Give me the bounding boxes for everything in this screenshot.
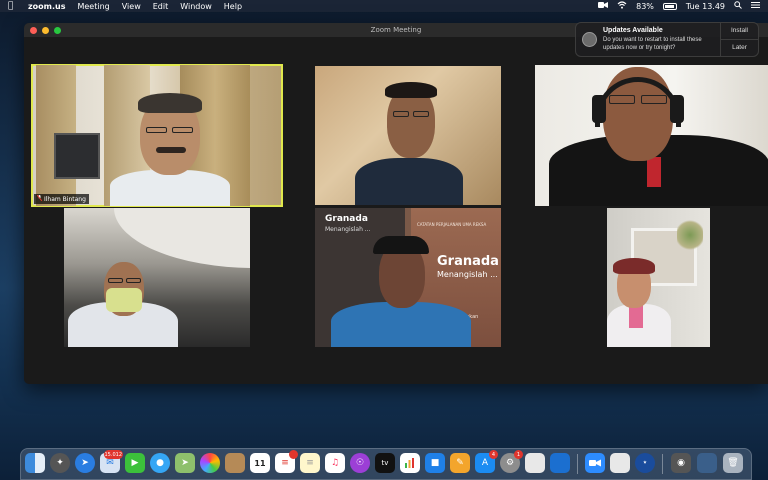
archive-utility-icon[interactable]	[610, 453, 630, 473]
dock-separator	[662, 454, 663, 474]
dock: ✦ ➤ ✉ 15.012 ▶ ● ➤ 11 ≡ 1 ≡ ♫ ☉ tv ■ ✎ A4…	[20, 448, 752, 480]
participant-hair	[613, 258, 655, 274]
apple-menu-icon[interactable]: 	[8, 1, 18, 11]
menu-view[interactable]: View	[122, 2, 141, 11]
participant-glasses	[108, 278, 123, 283]
system-preferences-badge: 1	[514, 450, 523, 459]
clock[interactable]: Tue 13.49	[686, 2, 725, 11]
bluetooth-file-exchange-icon[interactable]: ⋆	[635, 453, 655, 473]
book-title-small: Granada	[325, 214, 368, 224]
wifi-icon[interactable]	[617, 1, 627, 11]
book-title-large: Granada	[437, 254, 499, 269]
tv-label: tv	[381, 459, 389, 467]
menu-window[interactable]: Window	[180, 2, 212, 11]
participant-body	[110, 170, 230, 206]
muted-mic-icon	[36, 194, 43, 203]
video-tile-participant-4[interactable]	[64, 208, 250, 347]
video-tile-participant-2[interactable]	[315, 66, 501, 205]
participant-glasses	[641, 95, 667, 104]
finder-icon[interactable]	[25, 453, 45, 473]
participant-hair	[138, 93, 202, 113]
later-button[interactable]: Later	[721, 40, 758, 57]
reminders-badge: 1	[289, 450, 298, 459]
headphone-cup-right	[670, 95, 684, 123]
battery-percent: 83%	[636, 1, 654, 11]
menu-bar:  zoom.us Meeting View Edit Window Help …	[0, 0, 768, 12]
book-subtitle-small: Menangislah ...	[325, 226, 371, 233]
safari-icon[interactable]: ➤	[75, 453, 95, 473]
maps-icon[interactable]: ➤	[175, 453, 195, 473]
mail-badge: 15.012	[103, 450, 123, 459]
downloads-folder-icon[interactable]	[697, 453, 717, 473]
notification-actions: Install Later	[720, 23, 758, 56]
messages-icon[interactable]: ●	[150, 453, 170, 473]
book-series: CATATAN PERJALANAN UMA REKSA	[417, 222, 487, 227]
app-store-icon[interactable]: A4	[475, 450, 498, 473]
installer-icon[interactable]	[550, 453, 570, 473]
zoom-icon[interactable]	[585, 453, 605, 473]
notification-body: Do you want to restart to install these …	[603, 37, 702, 51]
participant-glasses	[413, 111, 429, 117]
notification-title: Updates Available	[603, 27, 663, 34]
headphone-cup-left	[592, 95, 606, 123]
flower-decoration	[677, 218, 703, 252]
reminders-icon[interactable]: ≡ 1	[275, 450, 298, 473]
keynote-icon[interactable]: ■	[425, 453, 445, 473]
control-center-icon[interactable]	[751, 1, 760, 11]
software-update-icon	[582, 32, 597, 47]
participant-glasses	[609, 95, 635, 104]
participant-glasses	[172, 127, 193, 133]
video-tile-participant-5[interactable]: Granada Menangislah ... CATATAN PERJALAN…	[315, 208, 501, 347]
notes-icon[interactable]: ≡	[300, 453, 320, 473]
pages-icon[interactable]: ✎	[450, 453, 470, 473]
spotlight-search-icon[interactable]	[734, 1, 742, 11]
participant-name-tag: Ilham Bintang	[34, 194, 89, 204]
participant-mustache	[156, 147, 186, 153]
numbers-icon[interactable]	[400, 453, 420, 473]
video-tile-participant-6[interactable]	[607, 208, 710, 347]
install-button[interactable]: Install	[721, 23, 758, 40]
participant-name: Ilham Bintang	[44, 195, 86, 203]
calendar-icon[interactable]: 11	[250, 453, 270, 473]
participant-body	[331, 302, 471, 347]
video-tile-ilham-bintang[interactable]: Ilham Bintang	[31, 64, 283, 207]
mail-icon[interactable]: ✉ 15.012	[100, 450, 123, 473]
red-collar	[647, 157, 661, 187]
updates-notification[interactable]: Updates Available Do you want to restart…	[575, 22, 759, 57]
participant-cap	[373, 236, 429, 254]
menu-app-name[interactable]: zoom.us	[28, 2, 65, 11]
menu-edit[interactable]: Edit	[153, 2, 169, 11]
participant-glasses	[146, 127, 167, 133]
video-tile-participant-3[interactable]	[535, 65, 768, 206]
participant-hair	[385, 82, 437, 98]
participant-glasses	[393, 111, 409, 117]
launchpad-icon[interactable]: ✦	[50, 453, 70, 473]
monitor	[54, 133, 100, 179]
facetime-icon[interactable]: ▶	[125, 453, 145, 473]
zoom-meeting-window: Zoom Meeting Ilham Bintang Granada Menan…	[24, 23, 768, 384]
menu-help[interactable]: Help	[224, 2, 242, 11]
participant-body	[355, 158, 463, 205]
photos-icon[interactable]	[200, 453, 220, 473]
face-mask	[106, 288, 142, 312]
screenshot-icon[interactable]: ◉	[671, 453, 691, 473]
menu-meeting[interactable]: Meeting	[77, 2, 109, 11]
preview-icon[interactable]	[525, 453, 545, 473]
system-preferences-icon[interactable]: ⚙ 1	[500, 450, 523, 473]
participant-glasses	[126, 278, 141, 283]
tv-icon[interactable]: tv	[375, 453, 395, 473]
calendar-day: 11	[254, 458, 266, 468]
music-icon[interactable]: ♫	[325, 453, 345, 473]
dock-separator	[577, 454, 578, 474]
zoom-status-icon[interactable]	[598, 1, 609, 11]
podcasts-icon[interactable]: ☉	[350, 453, 370, 473]
trash-icon[interactable]: 🗑	[723, 453, 743, 473]
ceiling-curve	[114, 208, 250, 268]
contacts-icon[interactable]	[225, 453, 245, 473]
battery-icon[interactable]	[662, 2, 677, 10]
book-subtitle-large: Menangislah ...	[437, 270, 498, 279]
app-store-badge: 4	[489, 450, 498, 459]
